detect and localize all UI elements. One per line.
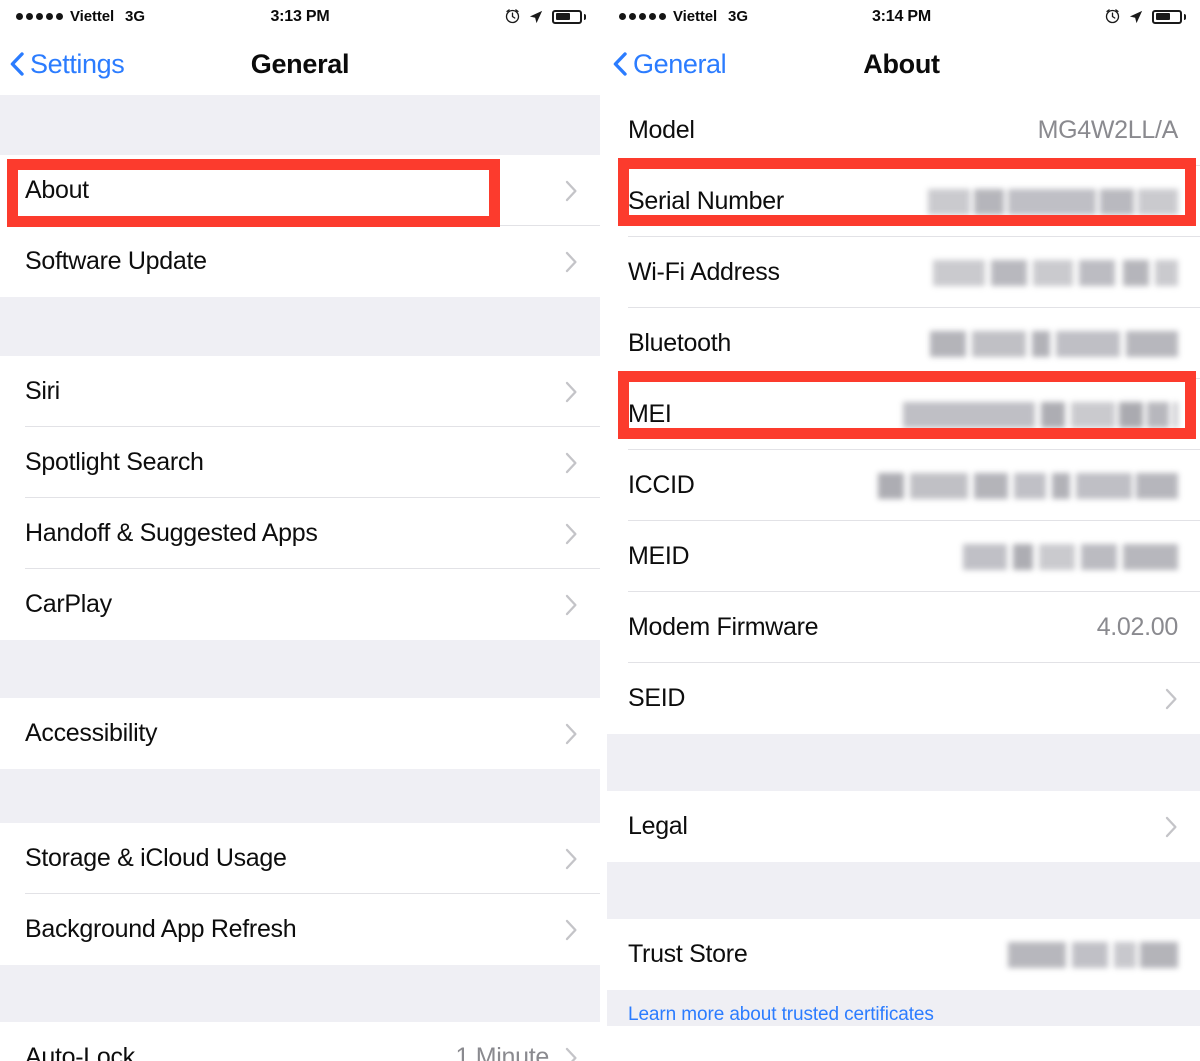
redacted-value [878,472,1178,499]
settings-row-carplay[interactable]: CarPlay [0,569,600,640]
row-label: Serial Number [628,187,784,215]
location-arrow-icon [1129,10,1143,23]
chevron-right-icon [565,523,577,544]
row-label: CarPlay [25,590,112,618]
back-to-settings-button[interactable]: Settings [0,48,125,80]
settings-row-siri[interactable]: Siri [0,356,600,427]
row-value: 4.02.00 [1096,613,1179,641]
about-row-bluetooth[interactable]: Bluetooth [603,308,1200,379]
about-row-wifi-address[interactable]: Wi-Fi Address [603,237,1200,308]
dual-screenshot-container: Viettel 3G 3:13 PM Settings General Abou… [0,0,1200,1061]
about-row-seid[interactable]: SEID [603,663,1200,734]
redacted-value [928,188,1178,215]
battery-icon [552,9,586,24]
row-value: 1 Minute [455,1043,550,1061]
chevron-right-icon [565,1047,577,1061]
row-label: Auto-Lock [25,1043,135,1061]
row-label: Bluetooth [628,329,731,357]
left-navigation-bar: Settings General [0,33,600,95]
chevron-right-icon [565,919,577,940]
about-row-imei[interactable]: MEI [603,379,1200,450]
row-label: About [25,176,89,204]
right-status-indicators [1105,9,1186,24]
battery-icon [1152,9,1186,24]
row-label: Software Update [25,247,207,275]
row-label: Legal [628,812,688,840]
list-section-gap [603,862,1200,919]
back-to-general-button[interactable]: General [603,48,727,80]
alarm-clock-icon [505,9,520,24]
row-label: Spotlight Search [25,448,204,476]
chevron-right-icon [565,452,577,473]
settings-row-software-update[interactable]: Software Update [0,226,600,297]
general-settings-list: About Software Update Siri Spotlight Sea… [0,95,600,1061]
left-status-bar: Viettel 3G 3:13 PM [0,0,600,33]
settings-row-spotlight-search[interactable]: Spotlight Search [0,427,600,498]
redacted-value [933,259,1178,286]
about-row-iccid[interactable]: ICCID [603,450,1200,521]
row-label: Wi-Fi Address [628,258,780,286]
row-label: Storage & iCloud Usage [25,844,287,872]
row-value: MG4W2LL/A [1037,116,1179,144]
about-row-legal[interactable]: Legal [603,791,1200,862]
chevron-right-icon [1165,816,1177,837]
settings-row-handoff-suggested-apps[interactable]: Handoff & Suggested Apps [0,498,600,569]
about-row-serial-number[interactable]: Serial Number [603,166,1200,237]
row-label: SEID [628,684,686,712]
list-section-gap [0,640,600,698]
chevron-right-icon [565,848,577,869]
chevron-right-icon [565,180,577,201]
row-label: Trust Store [628,940,748,968]
back-button-label: Settings [30,48,125,79]
settings-row-background-app-refresh[interactable]: Background App Refresh [0,894,600,965]
settings-row-auto-lock[interactable]: Auto-Lock 1 Minute [0,1022,600,1061]
redacted-value [1008,941,1178,968]
right-status-bar: Viettel 3G 3:14 PM [603,0,1200,33]
location-arrow-icon [529,10,543,23]
trusted-certificates-link-row: Learn more about trusted certificates [603,990,1200,1026]
list-section-gap [0,297,600,356]
redacted-value [963,543,1178,570]
settings-row-storage-icloud-usage[interactable]: Storage & iCloud Usage [0,823,600,894]
settings-row-accessibility[interactable]: Accessibility [0,698,600,769]
settings-row-about[interactable]: About [0,155,600,226]
row-label: MEI [628,400,672,428]
row-label: Model [628,116,695,144]
about-row-meid[interactable]: MEID [603,521,1200,592]
redacted-value [903,401,1178,428]
row-label: MEID [628,542,690,570]
list-section-gap [603,734,1200,791]
chevron-right-icon [565,594,577,615]
alarm-clock-icon [1105,9,1120,24]
about-row-modem-firmware[interactable]: Modem Firmware 4.02.00 [603,592,1200,663]
row-label: Accessibility [25,719,158,747]
row-label: ICCID [628,471,695,499]
about-row-model[interactable]: Model MG4W2LL/A [603,95,1200,166]
chevron-left-icon [10,52,24,76]
row-label: Modem Firmware [628,613,819,641]
list-section-gap [0,965,600,1022]
list-section-gap [0,769,600,823]
redacted-value [930,330,1178,357]
back-button-label: General [633,48,727,79]
list-section-gap [0,95,600,155]
row-label: Siri [25,377,60,405]
chevron-right-icon [565,381,577,402]
about-row-trust-store[interactable]: Trust Store [603,919,1200,990]
learn-more-trusted-certificates-link[interactable]: Learn more about trusted certificates [628,1004,934,1025]
chevron-right-icon [565,251,577,272]
left-phone-screen: Viettel 3G 3:13 PM Settings General Abou… [0,0,600,1061]
right-phone-screen: Viettel 3G 3:14 PM General About Model M… [600,0,1200,1061]
right-navigation-bar: General About [603,33,1200,95]
chevron-right-icon [565,723,577,744]
row-label: Handoff & Suggested Apps [25,519,318,547]
chevron-right-icon [1165,688,1177,709]
chevron-left-icon [613,52,627,76]
row-label: Background App Refresh [25,915,297,943]
left-status-indicators [505,9,586,24]
about-info-list: Model MG4W2LL/A Serial Number Wi-Fi Addr… [603,95,1200,1026]
